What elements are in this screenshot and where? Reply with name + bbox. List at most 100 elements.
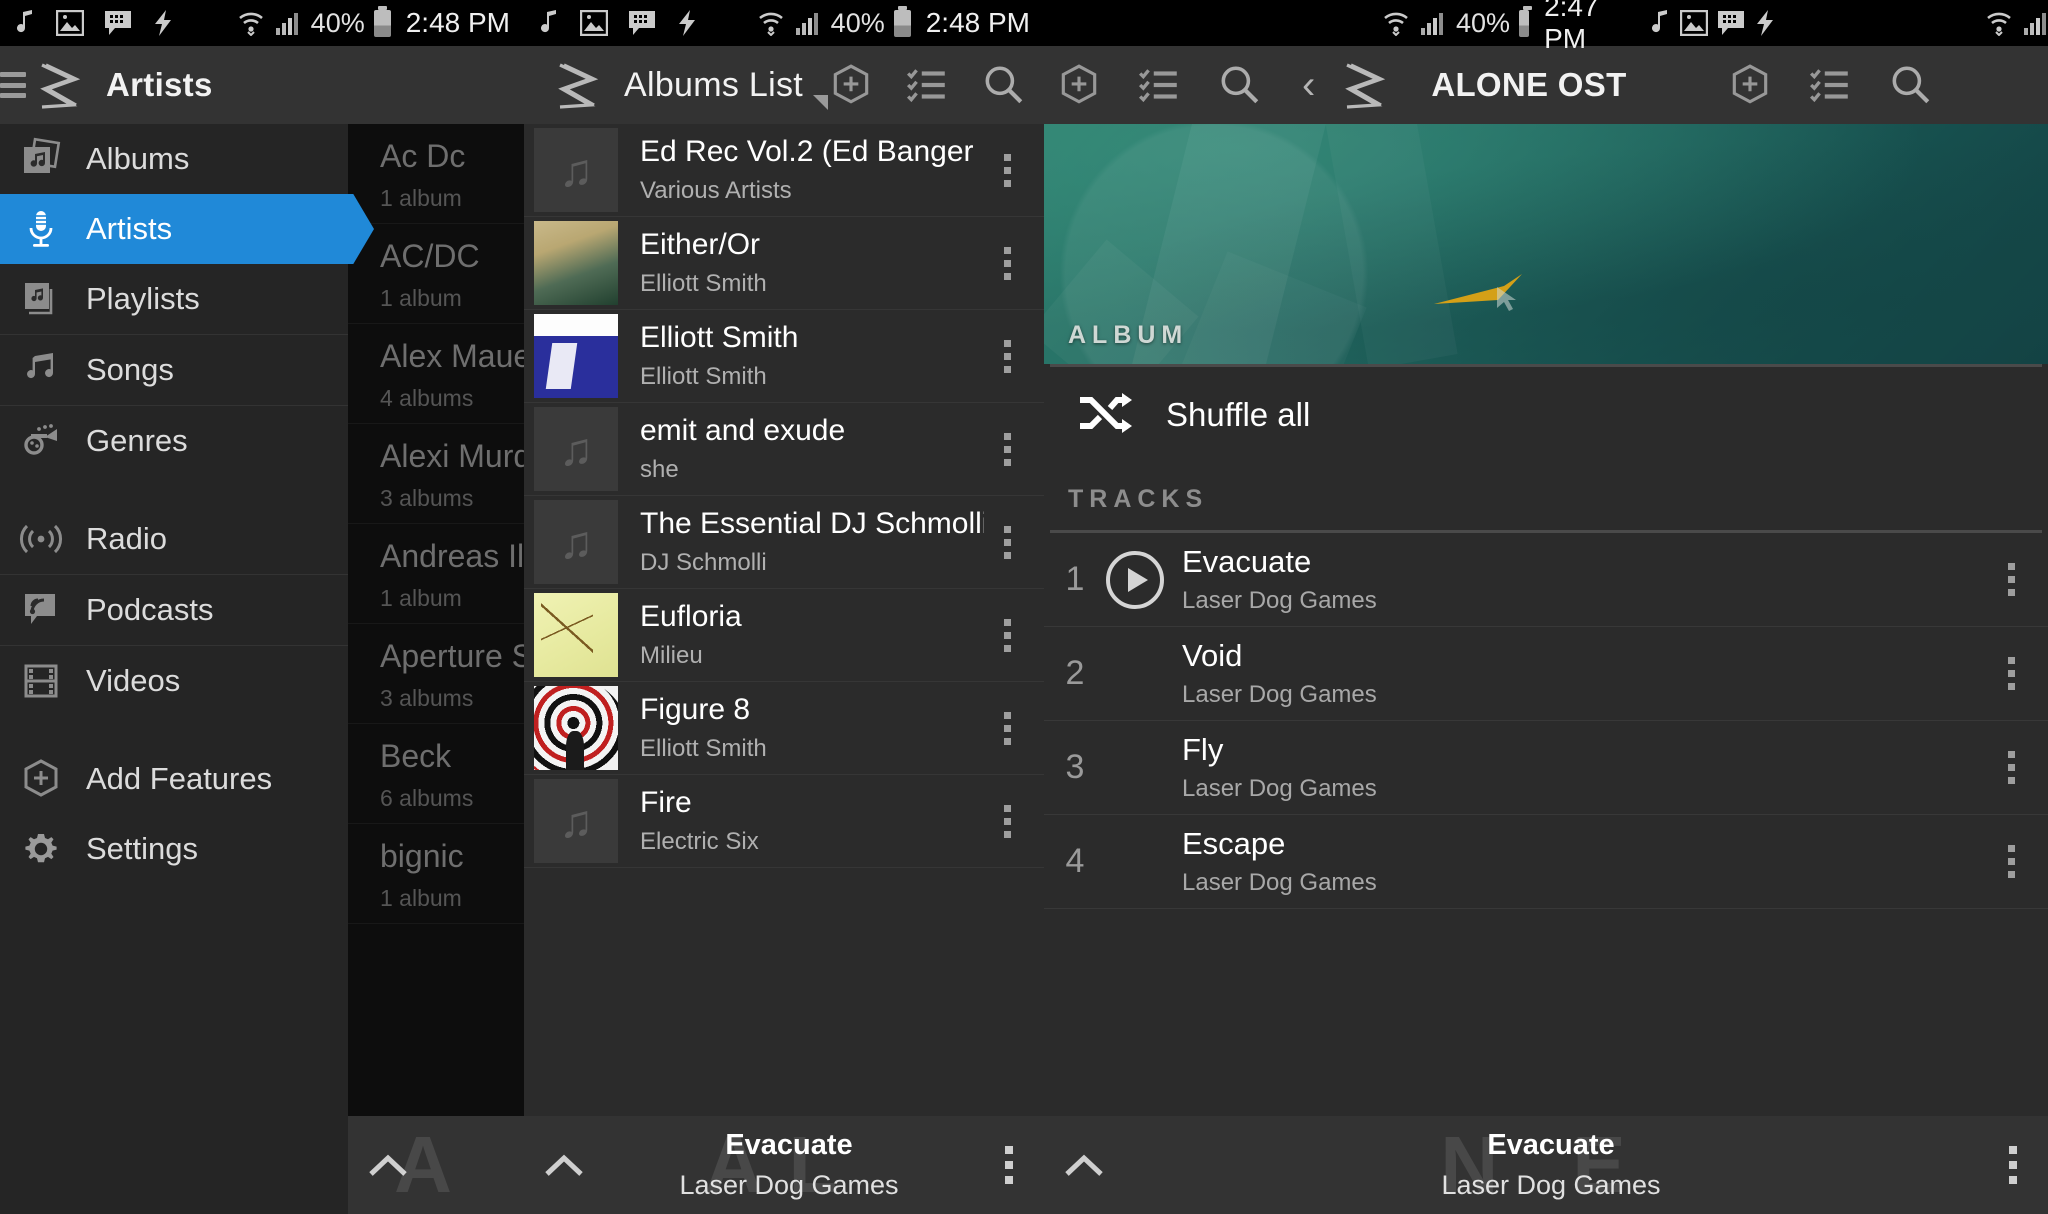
status-bar: 40% 40% 2:47 PM xyxy=(1044,0,2048,54)
list-item[interactable]: Andreas Illiger 1 album xyxy=(348,524,524,624)
battery-icon xyxy=(893,5,911,37)
sidebar-item-podcasts[interactable]: Podcasts xyxy=(0,575,348,645)
search-icon[interactable] xyxy=(1216,62,1262,108)
search-icon[interactable] xyxy=(980,62,1026,108)
album-artist: she xyxy=(640,456,679,483)
album-title: The Essential DJ Schmolli xyxy=(640,507,984,540)
sidebar-item-albums[interactable]: Albums xyxy=(0,124,348,194)
plus-hex-icon[interactable] xyxy=(1056,62,1102,108)
photo-icon xyxy=(580,10,608,36)
sidebar-item-label: Playlists xyxy=(86,281,200,316)
overflow-icon[interactable] xyxy=(984,246,1030,280)
sidebar-item-videos[interactable]: Videos xyxy=(0,646,348,716)
shuffle-all-button[interactable]: Shuffle all xyxy=(1044,367,2048,463)
overflow-icon[interactable] xyxy=(984,153,1030,187)
overflow-icon[interactable] xyxy=(984,711,1030,745)
sidebar-item-label: Songs xyxy=(86,352,174,387)
songs-icon xyxy=(18,347,64,393)
list-item[interactable]: AC/DC 1 album xyxy=(348,224,524,324)
microphone-icon xyxy=(18,206,64,252)
battery-icon xyxy=(373,5,391,37)
table-row[interactable]: 2 Void Laser Dog Games xyxy=(1044,627,2048,721)
plus-hex-icon[interactable] xyxy=(1727,62,1773,108)
artist-name: Alex Mauer xyxy=(380,338,524,374)
album-title: Either/Or xyxy=(640,228,761,261)
album-artist: DJ Schmolli xyxy=(640,549,767,576)
dropdown-caret-icon[interactable] xyxy=(813,95,829,110)
back-chevron-icon[interactable]: ‹ xyxy=(1300,65,1319,105)
overflow-icon[interactable] xyxy=(984,804,1030,838)
album-artist: Electric Six xyxy=(640,828,759,855)
sidebar-item-label: Add Features xyxy=(86,761,273,796)
music-note-icon xyxy=(1649,9,1671,37)
now-playing-bar[interactable]: A xyxy=(348,1116,524,1214)
overflow-icon[interactable] xyxy=(984,618,1030,652)
list-item[interactable]: ♫ The Essential DJ Schmolli DJ Schmolli xyxy=(524,496,1044,589)
list-item[interactable]: Figure 8 Elliott Smith xyxy=(524,682,1044,775)
music-note-icon: ♫ xyxy=(558,795,594,847)
list-item[interactable]: ♫ Ed Rec Vol.2 (Ed Banger R.. Various Ar… xyxy=(524,124,1044,217)
sidebar-item-genres[interactable]: Genres xyxy=(0,406,348,476)
clock: 2:48 PM xyxy=(405,7,510,38)
three-panel-screenshot: 40% 2:48 PM Artists Ac Dc 1 album AC/DC … xyxy=(0,0,2048,1214)
page-title: ALONE OST xyxy=(1431,66,1627,103)
table-row[interactable]: 3 Fly Laser Dog Games xyxy=(1044,721,2048,815)
chevron-up-icon[interactable] xyxy=(1044,1150,1124,1180)
checklist-icon[interactable] xyxy=(1136,62,1182,108)
sidebar-item-label: Radio xyxy=(86,521,167,556)
list-item[interactable]: Aperture Science 3 albums xyxy=(348,624,524,724)
checklist-icon[interactable] xyxy=(904,62,950,108)
menu-icon[interactable] xyxy=(0,72,26,98)
play-icon[interactable] xyxy=(1106,550,1164,609)
overflow-icon[interactable] xyxy=(1988,657,2034,690)
plus-hex-icon[interactable] xyxy=(828,62,874,108)
now-playing-bar[interactable]: N E Evacuate Laser Dog Games xyxy=(1044,1116,2048,1214)
list-item[interactable]: Either/Or Elliott Smith xyxy=(524,217,1044,310)
chevron-up-icon[interactable] xyxy=(524,1150,604,1180)
list-item[interactable]: Ac Dc 1 album xyxy=(348,124,524,224)
artist-album-count: 6 albums xyxy=(380,785,474,811)
list-item[interactable]: ♫ emit and exude she xyxy=(524,403,1044,496)
overflow-icon[interactable] xyxy=(984,432,1030,466)
sidebar-item-settings[interactable]: Settings xyxy=(0,814,348,884)
checklist-icon[interactable] xyxy=(1807,62,1853,108)
list-item[interactable]: bignic 1 album xyxy=(348,824,524,924)
albums-icon xyxy=(18,136,64,182)
artist-album-count: 1 album xyxy=(380,185,462,211)
overflow-icon[interactable] xyxy=(984,339,1030,373)
overflow-icon[interactable] xyxy=(1978,1146,2048,1184)
shuffle-all-label: Shuffle all xyxy=(1166,396,1311,433)
album-title: emit and exude xyxy=(640,414,846,447)
track-title: Escape xyxy=(1182,826,1286,861)
list-item[interactable]: Elliott Smith Elliott Smith xyxy=(524,310,1044,403)
signal-icon xyxy=(1419,10,1447,36)
list-item[interactable]: ♫ Fire Electric Six xyxy=(524,775,1044,868)
playlist-icon xyxy=(18,276,64,322)
table-row[interactable]: 1 Evacuate Laser Dog Games xyxy=(1044,533,2048,627)
album-title: Fire xyxy=(640,786,692,819)
now-playing-bar[interactable]: AL Evacuate Laser Dog Games xyxy=(524,1116,1044,1214)
sidebar-item-artists[interactable]: Artists xyxy=(0,194,348,264)
overflow-icon[interactable] xyxy=(1988,563,2034,596)
album-title: Ed Rec Vol.2 (Ed Banger R.. xyxy=(640,135,984,168)
overflow-icon[interactable] xyxy=(1988,845,2034,878)
artists-panel: 40% 2:48 PM Artists Ac Dc 1 album AC/DC … xyxy=(0,0,524,1214)
chevron-up-icon[interactable] xyxy=(348,1150,428,1180)
sidebar-item-add-features[interactable]: Add Features xyxy=(0,744,348,814)
list-item[interactable]: Alexi Murdoch 3 albums xyxy=(348,424,524,524)
trumpet-icon xyxy=(18,418,64,464)
list-item[interactable]: Beck 6 albums xyxy=(348,724,524,824)
sidebar-item-songs[interactable]: Songs xyxy=(0,335,348,405)
list-item[interactable]: Eufloria Milieu xyxy=(524,589,1044,682)
table-row[interactable]: 4 Escape Laser Dog Games xyxy=(1044,815,2048,909)
search-icon[interactable] xyxy=(1887,62,1933,108)
overflow-icon[interactable] xyxy=(974,1146,1044,1184)
overflow-icon[interactable] xyxy=(1988,751,2034,784)
artist-name: Beck xyxy=(380,738,452,774)
album-art: ♫ xyxy=(534,500,618,584)
sidebar-item-radio[interactable]: Radio xyxy=(0,504,348,574)
sidebar-item-playlists[interactable]: Playlists xyxy=(0,264,348,334)
list-item[interactable]: Alex Mauer 4 albums xyxy=(348,324,524,424)
overflow-icon[interactable] xyxy=(984,525,1030,559)
track-number: 4 xyxy=(1065,842,1085,880)
